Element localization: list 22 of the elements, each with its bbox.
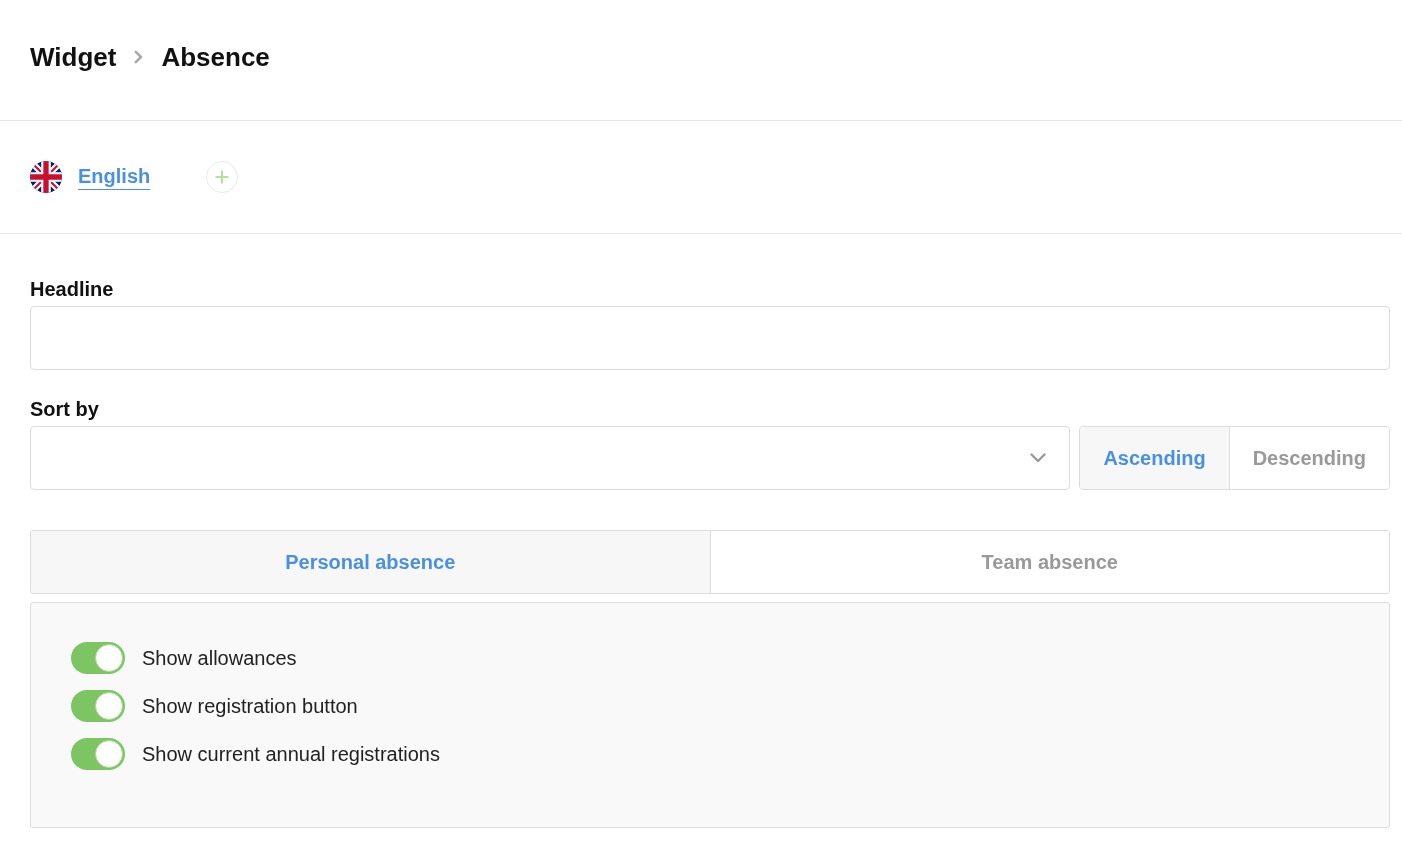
add-language-button[interactable] [206,161,239,193]
sort-order-button[interactable]: Ascending [1080,427,1229,489]
toggle-label: Show current annual registrations [142,742,440,766]
chevron-down-icon [1030,453,1047,463]
toggle-switch[interactable] [71,642,125,674]
toggle-switch[interactable] [71,738,125,770]
chevron-right-icon [134,50,144,64]
sort-order-button[interactable]: Descending [1228,427,1389,489]
toggle-label: Show allowances [142,646,297,670]
sort-by-select[interactable] [30,426,1071,490]
page-title: Absence [161,41,270,74]
plus-icon [215,170,230,184]
flag-icon [30,161,62,193]
headline-input[interactable] [30,306,1390,370]
tab[interactable]: Personal absence [31,531,710,593]
field-label: Sort by [30,397,99,421]
toggle-label: Show registration button [142,694,358,718]
breadcrumb-link[interactable]: Widget [30,40,117,74]
language-link[interactable]: English [78,164,151,190]
tab[interactable]: Team absence [709,531,1389,593]
toggle-switch[interactable] [71,690,125,722]
field-label: Headline [30,277,114,301]
